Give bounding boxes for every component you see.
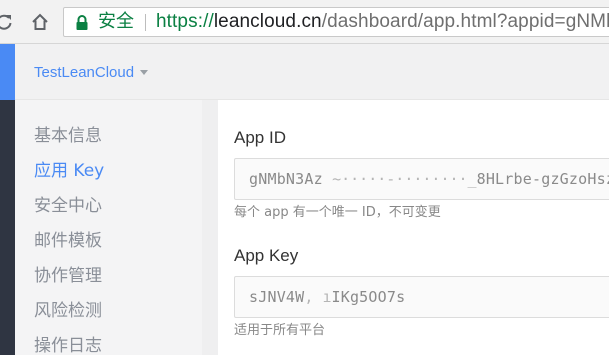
- app-id-value-start: gNMbN3Az: [249, 170, 323, 188]
- content-gutter: [202, 100, 218, 355]
- app-key-hint: 适用于所有平台: [234, 323, 326, 338]
- app-name: TestLeanCloud: [34, 64, 135, 81]
- address-bar[interactable]: 安全 https://leancloud.cn/dashboard/app.ht…: [63, 7, 609, 37]
- sidebar-item-app-key[interactable]: 应用 Key: [34, 160, 104, 182]
- app-key-field[interactable]: sJNV4W , ıIKg5OO7s: [234, 276, 609, 318]
- app-id-value-end: 8HLrbe-gzGzoHsz: [476, 170, 609, 188]
- security-indicator: 安全: [98, 11, 134, 32]
- url-scheme: https://: [156, 11, 214, 32]
- app-key-label: App Key: [234, 246, 299, 265]
- app-id-field[interactable]: gNMbN3Az ~·····-········_ 8HLrbe-gzGzoHs…: [234, 158, 609, 200]
- app-switcher-dropdown[interactable]: TestLeanCloud: [34, 64, 149, 82]
- accent-strip: [0, 44, 15, 100]
- app-key-value: sJNV4W , ıIKg5OO7s: [249, 287, 405, 307]
- caret-down-icon: [140, 69, 149, 75]
- redaction-mark: ~·····-········_: [332, 170, 477, 188]
- app-id-value: gNMbN3Az ~·····-········_ 8HLrbe-gzGzoHs…: [249, 169, 609, 189]
- redaction-mark: , ı: [304, 288, 332, 306]
- home-icon[interactable]: [30, 11, 50, 33]
- url-path: /dashboard/app.html?appid=gNMbN3Az: [321, 11, 609, 32]
- left-rail: [0, 100, 15, 355]
- lock-icon: [75, 15, 89, 31]
- sidebar-item-security[interactable]: 安全中心: [34, 195, 102, 217]
- reload-icon[interactable]: [0, 11, 14, 33]
- sidebar-item-operation-log[interactable]: 操作日志: [34, 335, 102, 357]
- sidebar-item-collaboration[interactable]: 协作管理: [34, 265, 102, 287]
- app-id-hint: 每个 app 有一个唯一 ID，不可变更: [234, 205, 441, 220]
- address-separator: [145, 14, 146, 31]
- url-text[interactable]: https://leancloud.cn/dashboard/app.html?…: [156, 11, 609, 33]
- app-id-label: App ID: [234, 128, 286, 147]
- sidebar-item-email-templates[interactable]: 邮件模板: [34, 230, 102, 252]
- url-host: leancloud.cn: [213, 11, 322, 32]
- app-key-value-start: sJNV4W: [249, 288, 305, 306]
- sidebar-item-risk-detection[interactable]: 风险检测: [34, 300, 102, 322]
- browser-toolbar: 安全 https://leancloud.cn/dashboard/app.ht…: [0, 0, 609, 44]
- app-key-value-end: IKg5OO7s: [331, 288, 406, 306]
- sidebar-item-basic-info[interactable]: 基本信息: [34, 125, 102, 147]
